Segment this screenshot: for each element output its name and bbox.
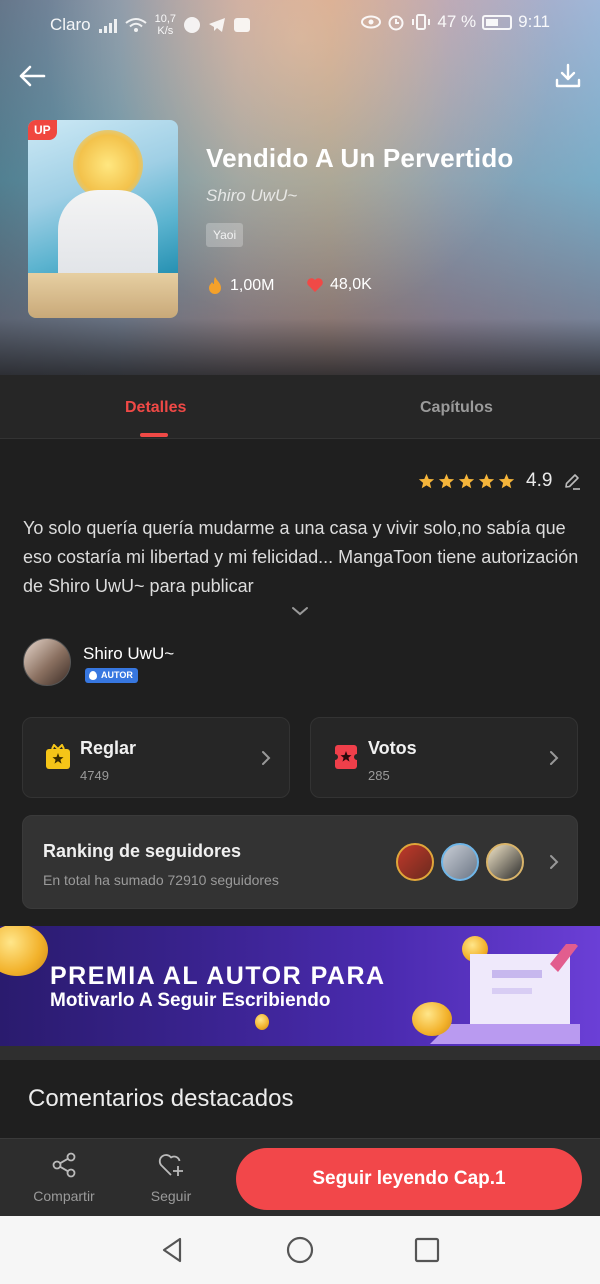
- share-label: Compartir: [33, 1188, 95, 1204]
- book-title: Vendido A Un Pervertido: [206, 143, 514, 173]
- system-navigation-bar: [0, 1216, 600, 1284]
- tab-capitulos[interactable]: Capítulos: [420, 399, 493, 417]
- views-stat: 1,00M: [206, 276, 274, 296]
- follower-avatar: [441, 843, 479, 881]
- nav-home-icon[interactable]: [284, 1234, 316, 1266]
- followers-title: Ranking de seguidores: [43, 841, 242, 861]
- facebook-icon: [184, 17, 201, 33]
- chevron-right-icon: [262, 751, 271, 765]
- heart-icon: [307, 278, 323, 292]
- wifi-icon: [125, 18, 147, 32]
- star-icon: [418, 473, 435, 488]
- star-icon: [478, 473, 495, 488]
- chevron-right-icon: [550, 855, 559, 869]
- coin-icon: [0, 926, 48, 976]
- bottom-action-bar: Compartir Seguir Seguir leyendo Cap.1: [0, 1138, 600, 1216]
- edit-rating-icon[interactable]: [563, 472, 581, 490]
- back-arrow-icon[interactable]: [16, 60, 48, 92]
- gift-count: 4749: [80, 768, 109, 783]
- reward-author-banner[interactable]: PREMIA AL AUTOR PARA Motivarlo A Seguir …: [0, 926, 600, 1046]
- continue-reading-button[interactable]: Seguir leyendo Cap.1: [236, 1148, 582, 1210]
- votes-title: Votos: [368, 738, 417, 758]
- follow-label: Seguir: [150, 1188, 192, 1204]
- gift-icon: [46, 744, 70, 769]
- fire-icon: [209, 277, 221, 294]
- app-notification-icon: [234, 18, 251, 32]
- battery-percent: 47 %: [437, 12, 477, 31]
- follow-button[interactable]: Seguir: [126, 1151, 216, 1204]
- telegram-icon: [209, 18, 226, 32]
- rating-value: 4.9: [526, 470, 553, 491]
- book-description: Yo solo quería quería mudarme a una casa…: [23, 518, 579, 596]
- cover-image[interactable]: [28, 120, 178, 318]
- share-button[interactable]: Compartir: [19, 1151, 109, 1204]
- author-name: Shiro UwU~: [83, 644, 175, 663]
- heart-plus-icon: [158, 1154, 183, 1176]
- share-icon: [52, 1152, 76, 1178]
- cover-beach: [28, 273, 178, 318]
- banner-headline: PREMIA AL AUTOR PARA: [50, 962, 386, 990]
- likes-count: 48,0K: [330, 276, 372, 293]
- genre-tag[interactable]: Yaoi: [206, 223, 244, 247]
- status-bar: Claro 10,7 K/s 47 % 9:11: [0, 0, 600, 46]
- votes-count: 285: [368, 768, 390, 783]
- ticket-icon: [333, 745, 359, 769]
- gift-title: Reglar: [80, 738, 137, 758]
- laptop-icon: [430, 944, 580, 1044]
- followers-ranking-card[interactable]: Ranking de seguidores En total ha sumado…: [22, 815, 578, 909]
- status-right: 47 % 9:11: [361, 12, 550, 32]
- nav-recents-icon[interactable]: [411, 1234, 443, 1266]
- coin-icon: [255, 1014, 269, 1030]
- tab-detalles[interactable]: Detalles: [125, 399, 186, 417]
- net-speed: 10,7 K/s: [155, 13, 176, 37]
- book-author[interactable]: Shiro UwU~: [206, 186, 297, 206]
- author-avatar: [23, 638, 71, 686]
- comments-section-title: Comentarios destacados: [28, 1085, 294, 1112]
- expand-chevron-icon[interactable]: [290, 604, 310, 618]
- up-badge: UP: [28, 120, 57, 140]
- votes-card[interactable]: Votos 285: [310, 717, 578, 798]
- views-count: 1,00M: [230, 277, 275, 294]
- carrier-label: Claro: [50, 15, 91, 34]
- book-header: Claro 10,7 K/s 47 % 9:11 UP Vendido A Un …: [0, 0, 600, 375]
- alarm-icon: [388, 15, 404, 31]
- nav-back-icon[interactable]: [156, 1234, 188, 1266]
- gift-card[interactable]: Reglar 4749: [22, 717, 290, 798]
- author-row[interactable]: Shiro UwU~ AUTOR: [23, 638, 323, 688]
- net-speed-value: 10,7: [154, 13, 177, 25]
- rating: 4.9: [418, 470, 581, 492]
- net-speed-unit: K/s: [157, 25, 174, 37]
- vibrate-icon: [412, 14, 431, 30]
- star-icon: [458, 473, 475, 488]
- clock: 9:11: [518, 12, 550, 31]
- star-icon: [438, 473, 455, 488]
- author-badge: AUTOR: [85, 668, 138, 683]
- eye-icon: [361, 15, 382, 29]
- coin-icon: [412, 1002, 452, 1036]
- likes-stat: 48,0K: [306, 276, 372, 294]
- chevron-right-icon: [550, 751, 559, 765]
- section-divider: [0, 1046, 600, 1060]
- tab-bar: Detalles Capítulos: [0, 375, 600, 439]
- banner-subline: Motivarlo A Seguir Escribiendo: [50, 990, 331, 1011]
- status-left: Claro 10,7 K/s: [50, 13, 251, 37]
- star-icon: [498, 473, 515, 488]
- followers-subtitle: En total ha sumado 72910 seguidores: [43, 872, 279, 888]
- battery-icon: [482, 14, 513, 30]
- active-tab-indicator: [140, 433, 168, 437]
- follower-avatar: [486, 843, 524, 881]
- download-icon[interactable]: [552, 60, 584, 92]
- signal-icon: [98, 17, 117, 33]
- follower-avatar: [396, 843, 434, 881]
